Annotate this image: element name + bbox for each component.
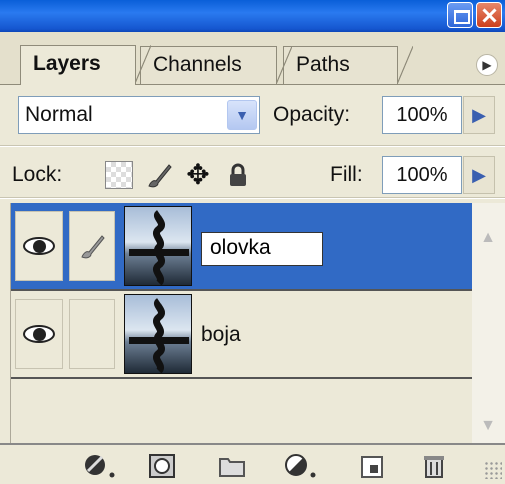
layers-list: olovka boja [10,203,473,443]
layer-thumbnail[interactable] [124,294,192,374]
blend-mode-select[interactable]: Normal ▼ [18,96,260,134]
tab-channels[interactable]: Channels [140,46,292,84]
layer-row-boja[interactable]: boja [11,291,473,377]
tab-paths[interactable]: Paths [283,46,413,84]
layer-name: boja [201,323,241,346]
panel-menu-button[interactable]: ▶ [476,54,498,76]
new-group-button[interactable] [218,453,246,479]
divider [0,197,505,199]
tab-layers[interactable]: Layers [20,45,151,85]
eye-icon [23,237,55,255]
blend-mode-value: Normal [25,103,93,126]
fill-slider-button[interactable]: ▶ [463,156,495,194]
layer-link-cell[interactable] [69,211,115,281]
layer-row-olovka[interactable]: olovka [11,203,473,289]
delete-layer-button[interactable] [420,453,448,479]
row-divider [11,377,473,379]
layer-link-cell[interactable] [69,299,115,369]
mask-icon [149,454,175,478]
layer-style-icon [85,455,115,478]
new-layer-button[interactable] [358,453,386,479]
new-layer-icon [361,456,383,478]
close-button[interactable] [476,2,502,28]
layer-thumbnail-image [129,298,189,374]
layer-thumbnail[interactable] [124,206,192,286]
tab-bar: Paths Channels Layers ▶ [0,32,505,85]
arrow-right-icon: ▶ [472,105,486,125]
folder-icon [219,458,245,477]
trash-icon [424,456,444,478]
layer-name-input[interactable]: olovka [201,232,323,266]
title-bar [0,0,505,32]
visibility-toggle[interactable] [15,211,63,281]
new-adjustment-layer-button[interactable] [283,453,316,479]
lock-all-icon[interactable] [224,161,252,189]
lock-transparent-pixels-icon[interactable] [105,161,133,189]
chevron-down-icon[interactable]: ▼ [227,100,257,130]
layer-thumbnail-image [129,210,189,286]
resize-grip-icon[interactable] [484,461,502,479]
fill-input[interactable]: 100% [382,156,462,194]
add-mask-button[interactable] [148,453,176,479]
layers-scrollbar[interactable]: ▲ ▼ [472,203,505,443]
opacity-slider-button[interactable]: ▶ [463,96,495,134]
scroll-up-icon[interactable]: ▲ [475,225,501,251]
scroll-down-icon[interactable]: ▼ [475,413,501,439]
lock-image-pixels-icon[interactable] [145,161,173,189]
brush-icon [81,235,105,259]
layer-style-button[interactable] [82,453,115,479]
adjustment-icon [285,454,316,478]
layers-toolbar [0,443,505,484]
opacity-input[interactable]: 100% [382,96,462,134]
opacity-label: Opacity: [273,103,351,126]
minimize-button[interactable] [447,2,473,28]
eye-icon [23,325,55,343]
lock-position-icon[interactable]: ✥ [184,161,212,189]
play-arrow-icon: ▶ [482,58,492,72]
arrow-right-icon: ▶ [472,165,486,185]
visibility-toggle[interactable] [15,299,63,369]
fill-label: Fill: [330,163,363,186]
divider [0,145,505,147]
lock-label: Lock: [12,163,63,186]
